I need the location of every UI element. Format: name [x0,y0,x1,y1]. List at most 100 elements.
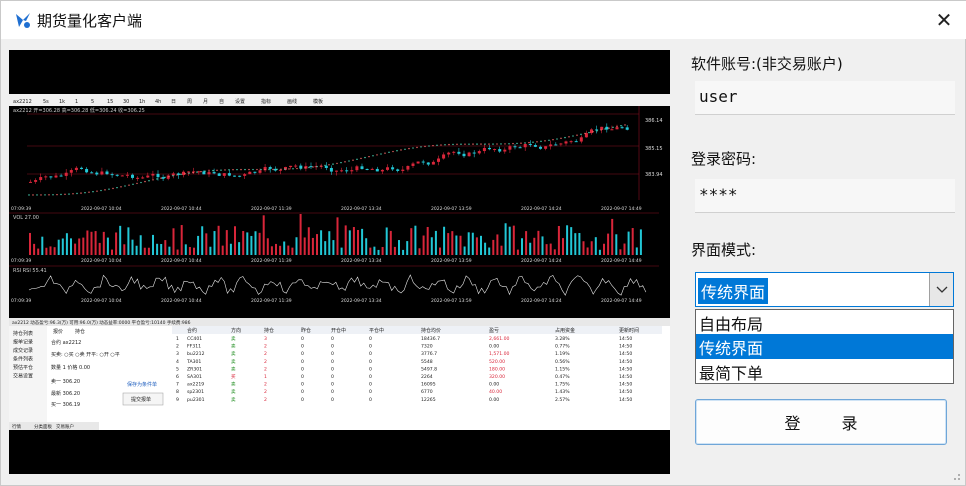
account-input[interactable]: user [695,81,955,115]
position-cell: 1.19% [555,351,570,357]
ma-dot [616,125,618,128]
volume-bar [541,236,544,255]
volume-bar [352,227,355,255]
volume-bar [389,230,392,255]
volume-bar [455,235,458,255]
volume-bar [246,232,249,255]
ma-dot [480,143,482,145]
volume-bar [615,234,618,255]
volume-bar [258,232,261,255]
volume-bar [57,239,60,255]
chart-toolbar-item: 设置 [235,98,245,105]
close-button[interactable]: ✕ [921,1,966,39]
ma-dot [416,146,418,149]
candle-body [54,175,58,178]
volume-bar [123,244,126,255]
candle-body [467,152,471,157]
login-button[interactable]: 登 录 [695,399,947,445]
position-cell: 卖 [231,389,236,395]
volume-bar [451,231,454,255]
ma-dot [576,134,578,136]
submit-order-label: 提交报单 [131,396,151,403]
ma-dot [332,163,334,165]
positions-header: 方向 [231,327,241,334]
password-label: 登录密码: [691,150,757,168]
candle-body [161,177,165,179]
volume-bar [53,247,56,255]
ma-dot [436,144,438,147]
position-cell: 0 [331,389,334,395]
resize-grip-icon[interactable] [951,471,961,481]
volume-bar [168,246,171,255]
volume-bar [184,244,187,255]
volume-bar [635,247,638,255]
time-tick-label: 2022-09-07 13:59 [431,258,472,264]
ma-dot [444,144,446,146]
candle-body [380,169,384,172]
time-tick-label: 2022-09-07 14:24 [521,258,562,264]
volume-bar [279,245,282,255]
ma-dot [232,169,234,171]
ma-dot [32,194,34,196]
candle-body [90,172,94,174]
ma-dot [92,191,94,193]
ma-dot [236,168,238,171]
mode-option-free-layout[interactable]: 自由布局 [696,310,953,334]
positions-header: 合约 [187,327,197,334]
volume-bar [303,237,306,255]
ma-dot [328,164,330,166]
positions-header: 平仓中 [369,327,384,334]
dropdown-toggle[interactable] [929,273,953,306]
ma-dot [272,168,274,171]
ma-dot [564,136,566,139]
mode-option-traditional[interactable]: 传统界面 [696,334,953,359]
position-cell: 0 [369,336,372,342]
position-cell: 3776.7 [421,351,437,357]
ma-dot [428,145,430,147]
time-tick-label: 2022-09-07 13:34 [341,206,382,212]
time-tick-label: 07:09:39 [11,206,31,212]
candle-body [401,169,405,171]
volume-bar [488,247,491,255]
ma-dot [600,129,602,131]
ma-dot [208,170,210,172]
position-cell: FF311 [187,344,201,350]
ma-dot [312,166,314,168]
ma-dot [136,182,138,185]
candle-body [39,177,43,181]
position-cell: 0 [301,374,304,380]
volume-bar [78,238,81,255]
chart-toolbar-item: 1 [75,99,78,105]
chart-toolbar-item: 15 [107,99,113,105]
ma-dot [156,178,158,180]
chart-toolbar-item: 画线 [287,98,297,105]
candle-body [488,147,491,150]
volume-bar [574,233,577,255]
volume-bar [570,227,573,255]
ma-dot [516,142,518,145]
ma-dot [36,194,38,196]
password-input[interactable]: **** [695,179,955,213]
candle-body [309,166,313,168]
ma-dot [56,193,58,196]
mode-option-simple-order[interactable]: 最简下单 [696,359,953,383]
candle-body [508,146,512,150]
ma-dot [112,187,114,190]
position-cell: 0 [369,359,372,365]
position-cell: 2 [264,351,267,357]
volume-bar [590,241,593,255]
mode-select[interactable]: 传统界面 [695,272,954,307]
volume-bar [603,243,605,255]
ma-dot [40,194,42,196]
volume-bar [504,223,507,255]
candle-body [523,143,527,148]
ma-dot [268,168,270,171]
ma-dot [304,167,306,169]
candle-body [350,170,354,172]
ma-dot [484,143,486,145]
time-tick-label: 2022-09-07 14:49 [601,298,642,304]
volume-bar [402,249,405,255]
position-cell: 0.00 [489,382,499,388]
ma-dot [76,192,78,195]
candle-body [141,177,145,179]
